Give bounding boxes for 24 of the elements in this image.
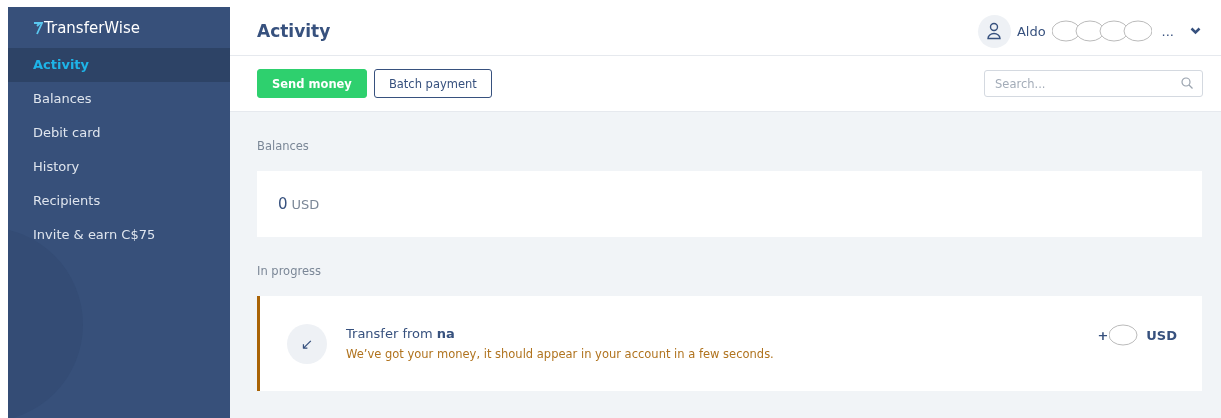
search-field[interactable]: Search... [984, 70, 1203, 97]
batch-button[interactable]: Batch payment [373, 69, 492, 98]
search-icon [1181, 77, 1193, 89]
section-heading: In progress [257, 264, 322, 278]
logo-icon [33, 20, 43, 35]
amount-sign: + [1097, 327, 1109, 343]
nav-item[interactable]: Balances [8, 82, 230, 116]
user-icon [977, 14, 1011, 48]
transfer-title: Transfer from na [346, 326, 456, 341]
page-title: Activity [257, 21, 332, 41]
nav-item[interactable]: History [8, 150, 230, 184]
nav-item[interactable]: Debit card [8, 116, 230, 150]
logo-text: TransferWise [44, 18, 141, 37]
transfer-status: We’ve got your money, it should appear in your account in a few seconds. [346, 347, 775, 361]
nav-item[interactable]: Invite & earn C$75 [8, 218, 230, 252]
chevron-down-icon [1190, 27, 1201, 35]
currency-label: USD [1146, 327, 1177, 343]
balance-amount: 0 [278, 195, 288, 213]
nav-item[interactable]: Activity [8, 48, 230, 82]
section-heading: Balances [257, 139, 310, 153]
transfer-card[interactable]: ↙ Transfer from na We’ve got your money, it should appear in your account in a few seconds. + USD [257, 296, 1202, 391]
currency-label: USD [291, 196, 320, 212]
user-menu[interactable]: Aldo ... [977, 14, 1201, 48]
nav-item[interactable]: Recipients [8, 184, 230, 218]
